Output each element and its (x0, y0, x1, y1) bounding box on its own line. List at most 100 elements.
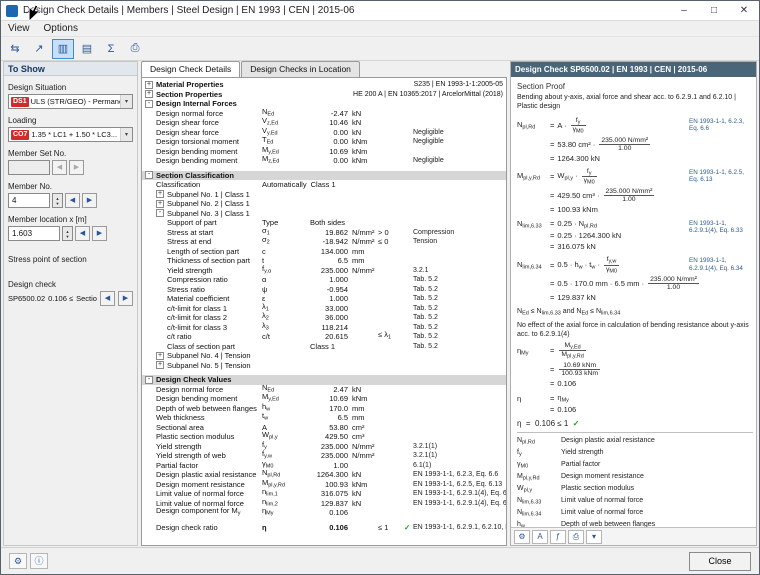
minimize-button[interactable]: – (669, 1, 699, 20)
tree-row[interactable]: Sectional area A 53.80 cm² (142, 423, 506, 433)
expand-icon[interactable]: + (156, 351, 164, 360)
tree-row[interactable]: Design bending moment My,Ed 10.69 kNm (142, 145, 506, 157)
tree-row[interactable]: + Material Properties S235 | EN 1993-1-1:2… (142, 80, 506, 90)
tree-row[interactable]: - Design Check Values (142, 375, 506, 385)
tree-row[interactable]: - Subpanel No. 3 | Class 1 (142, 209, 506, 219)
tree-row[interactable]: Class of section part Class 1 Tab. 5.2 (142, 342, 506, 352)
tree-row[interactable]: + Section Properties HE 200 A | EN 10365:2… (142, 90, 506, 100)
tree-row[interactable]: Design check ratio η 0.106 ≤ 1 ✓ EN 1993-1-1,… (142, 523, 506, 533)
tree-row[interactable]: Plastic section modulus Wpl,y 429.50 cm³ (142, 430, 506, 442)
expand-icon[interactable]: + (145, 80, 153, 89)
next-member-button[interactable]: ▶ (82, 193, 97, 208)
expand-icon[interactable]: + (156, 199, 164, 208)
menu-view[interactable]: View (1, 23, 37, 34)
formulas-icon[interactable]: Σ (100, 39, 122, 59)
tree-row[interactable]: + Subpanel No. 5 | Tension (142, 361, 506, 371)
tree-row[interactable]: - Design Internal Forces (142, 99, 506, 109)
font-size-icon[interactable]: A (532, 529, 548, 544)
tree-row[interactable]: Design normal force NEd -2.47 kN (142, 107, 506, 119)
tree-row[interactable]: Design component for My ηMy 0.106 (142, 506, 506, 518)
tree-row[interactable]: Thickness of section part t 6.5 mm (142, 256, 506, 266)
menu-options[interactable]: Options (37, 23, 85, 34)
tab-design-check-details[interactable]: Design Check Details (141, 61, 241, 77)
tree-row[interactable]: Design moment resistance Mpl,y,Rd 100.93 kN… (142, 478, 506, 490)
info-icon[interactable]: ⓘ (30, 553, 48, 569)
jump-to-object-icon[interactable]: ↗ (28, 39, 50, 59)
tree-row[interactable]: Design bending moment Mz,Ed 0.00 kNm Negligi… (142, 154, 506, 166)
tree-row[interactable]: c/t-limit for class 3 λ3 118.214 Tab. 5.2 (142, 321, 506, 333)
maximize-button[interactable]: □ (699, 1, 729, 20)
chevron-down-icon[interactable]: ▾ (120, 95, 132, 108)
design-situation-select[interactable]: DS1 ULS (STR/GEO) - Permane... ▾ (8, 94, 133, 109)
close-button[interactable]: Close (689, 551, 751, 571)
tree-row[interactable]: Support of part Type Both sides (142, 218, 506, 228)
more-options-icon[interactable]: ▾ (586, 529, 602, 544)
row-label-cell: Plastic section modulus (142, 432, 262, 442)
tree-row[interactable]: Partial factor γM0 1.00 6.1(1) (142, 459, 506, 471)
loading-select[interactable]: CO7 1.35 * LC1 + 1.50 * LC3... ▾ (8, 127, 133, 142)
collapse-icon[interactable]: - (145, 99, 153, 108)
tree-row[interactable]: Classification Automatically Class 1 (142, 180, 506, 190)
footer-tools: ⚙ ⓘ (9, 553, 51, 569)
tree-row[interactable]: Design shear force Vy,Ed 0.00 kN Negligible (142, 126, 506, 138)
print-icon[interactable]: ⎙ (124, 39, 146, 59)
previous-member-set-button[interactable]: ◀ (52, 160, 67, 175)
member-no-input[interactable]: 4 (8, 193, 50, 208)
close-window-button[interactable]: ✕ (729, 1, 759, 20)
symbol: η (262, 522, 267, 532)
tree-row[interactable]: c/t ratio c/t 20.615 ≤ λ1 Tab. 5.2 (142, 330, 506, 342)
next-location-button[interactable]: ▶ (92, 226, 107, 241)
expand-icon[interactable]: + (156, 361, 164, 370)
value: 33.000 (325, 303, 348, 313)
next-member-set-button[interactable]: ▶ (69, 160, 84, 175)
tree-row[interactable]: Stress at end σ2 -18.942 N/mm² ≤ 0 Tension (142, 235, 506, 247)
settings-icon[interactable]: ⚙ (514, 529, 530, 544)
member-no-spinner[interactable]: ▲ ▼ (52, 193, 63, 208)
previous-design-check-button[interactable]: ◀ (100, 291, 115, 306)
tree-row[interactable]: Yield strength fy,α 235.000 N/mm² 3.2.1 (142, 264, 506, 276)
tree-row[interactable]: + Subpanel No. 1 | Class 1 (142, 190, 506, 200)
tree-row[interactable]: Length of section part c 134.000 mm (142, 247, 506, 257)
tree-row[interactable]: c/t-limit for class 1 λ1 33.000 Tab. 5.2 (142, 302, 506, 314)
tree-row[interactable]: Design plastic axial resistance Npl,Rd 126… (142, 468, 506, 480)
collapse-icon[interactable]: - (145, 171, 153, 180)
tree-row[interactable]: Compression ratio α 1.000 Tab. 5.2 (142, 275, 506, 285)
tree-row[interactable]: Yield strength of web fy,w 235.000 N/mm² 3.2… (142, 449, 506, 461)
tree-row[interactable]: Stress at start σ1 19.862 N/mm² > 0 Compressi… (142, 226, 506, 238)
fraction: fy γM0 (581, 167, 597, 186)
result-diagrams-icon[interactable]: ▥ (52, 38, 74, 59)
tree-row[interactable]: Design bending moment My,Ed 10.69 kNm (142, 392, 506, 404)
tree-row[interactable]: + Subpanel No. 4 | Tension (142, 351, 506, 361)
expand-icon[interactable]: + (145, 90, 153, 99)
next-design-check-button[interactable]: ▶ (118, 291, 133, 306)
tree-row[interactable]: Limit value of normal force nlim,1 316.075… (142, 487, 506, 499)
member-location-input[interactable]: 1.603 (8, 226, 60, 241)
tree-row[interactable]: Design torsional moment TEd 0.00 kNm Negligi… (142, 135, 506, 147)
colored-results-icon[interactable]: ▤ (76, 39, 98, 59)
tree-row[interactable]: c/t-limit for class 2 λ2 36.000 Tab. 5.2 (142, 311, 506, 323)
previous-location-button[interactable]: ◀ (75, 226, 90, 241)
print-icon[interactable]: ⎙ (568, 529, 584, 544)
design-check-select[interactable]: SP6500.02 0.106 ≤ Section Pro... ◀ ▶ (8, 291, 133, 306)
member-set-input[interactable] (8, 160, 50, 175)
settings-icon[interactable]: ⚙ (9, 553, 27, 569)
tree-row[interactable]: + Subpanel No. 2 | Class 1 (142, 199, 506, 209)
formulas-icon[interactable]: ƒ (550, 529, 566, 544)
tree-row[interactable]: Yield strength fy 235.000 N/mm² 3.2.1(1) (142, 440, 506, 452)
tree-row[interactable]: - Section Classification (142, 170, 506, 180)
sync-selection-icon[interactable]: ⇆ (4, 39, 26, 59)
tree-row[interactable]: Web thickness tw 6.5 mm (142, 411, 506, 423)
tree-row[interactable]: Design normal force NEd 2.47 kN (142, 383, 506, 395)
tab-design-checks-in-location[interactable]: Design Checks in Location (241, 61, 360, 77)
tree-row[interactable]: Stress ratio ψ -0.954 Tab. 5.2 (142, 285, 506, 295)
tree-row[interactable]: Material coefficient ε 1.000 Tab. 5.2 (142, 294, 506, 304)
expand-icon[interactable]: + (156, 190, 164, 199)
previous-member-button[interactable]: ◀ (65, 193, 80, 208)
collapse-icon[interactable]: - (145, 375, 153, 384)
member-location-spinner[interactable]: ▲ ▼ (62, 226, 73, 241)
reference: Tab. 5.2 (413, 342, 438, 350)
tree-row[interactable]: Depth of web between flanges hw 170.0 mm (142, 402, 506, 414)
chevron-down-icon[interactable]: ▾ (120, 128, 132, 141)
tree-row[interactable]: Design shear force Vz,Ed 10.46 kN (142, 116, 506, 128)
collapse-icon[interactable]: - (156, 209, 164, 218)
